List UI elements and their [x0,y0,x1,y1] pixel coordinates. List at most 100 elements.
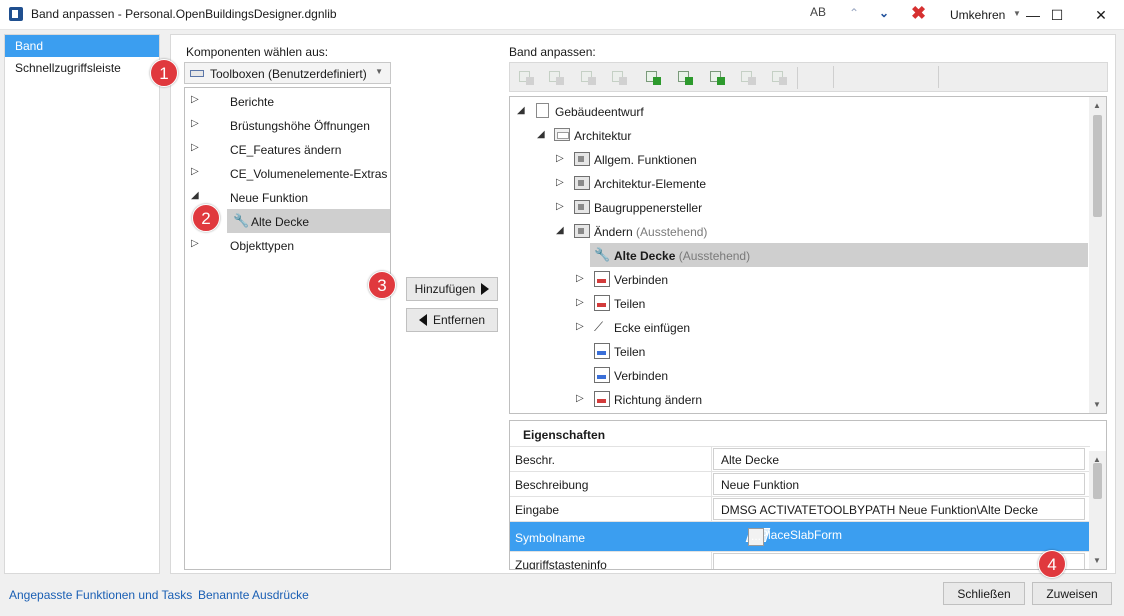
properties-scrollbar[interactable]: ▲ ▼ [1089,451,1106,569]
tree-row-alte-decke[interactable]: 🔧 Alte Decke (Ausstehend) [590,243,1088,267]
list-item-alte-decke[interactable]: 🔧 Alte Decke [227,209,390,233]
maximize-button[interactable]: ☐ [1034,0,1080,30]
property-value-field[interactable]: Neue Funktion [713,473,1085,495]
property-name: Beschr. [515,453,556,467]
remove-button-label: Entfernen [432,313,486,327]
collapse-icon[interactable]: ◢ [556,225,564,236]
property-row[interactable]: Zugriffstasteninfo [510,551,1090,569]
list-item[interactable]: ◢ Neue Funktion [185,185,390,209]
expand-icon[interactable]: ▷ [556,153,564,164]
scroll-thumb[interactable] [1093,463,1102,499]
property-value-field[interactable]: DMSG ACTIVATETOOLBYPATH Neue Funktion\Al… [713,498,1085,520]
close-window-button[interactable]: ✕ [1078,0,1124,30]
tree-row[interactable]: ◢ Ändern (Ausstehend) [510,219,1090,243]
property-row-symbolname[interactable]: Symbolname A-PlaceSlabForm ... [510,521,1090,551]
page-icon [536,103,549,118]
tree-row[interactable]: ▷ Richtung ändern [510,387,1090,411]
expand-icon[interactable]: ▷ [576,297,584,308]
umkehren-button[interactable]: Umkehren [950,8,1005,22]
components-combo[interactable]: Toolboxen (Benutzerdefiniert) ▼ [184,62,391,84]
browse-button[interactable]: ... [748,528,764,546]
tool-icon [594,391,610,407]
scroll-down-icon[interactable]: ▼ [1093,556,1101,565]
expand-icon[interactable]: ▷ [556,201,564,212]
close-button[interactable]: Schließen [943,582,1025,605]
collapse-icon[interactable]: ◢ [191,190,199,201]
new-row-icon[interactable] [611,69,627,85]
property-row[interactable]: Eingabe DMSG ACTIVATETOOLBYPATH Neue Fun… [510,496,1090,521]
list-item[interactable]: ▷ Berichte [185,89,390,113]
tree-row[interactable]: ▷ Architektur-Elemente [510,171,1090,195]
tool-icon [594,343,610,359]
collapse-icon[interactable]: ◢ [517,105,525,116]
tree-row[interactable]: ▷ Verbinden [510,267,1090,291]
new-group-icon[interactable] [548,69,564,85]
expand-icon[interactable]: ▷ [576,321,584,332]
group-icon [574,152,590,166]
expand-icon[interactable]: ▷ [191,166,199,177]
add-split-button-icon[interactable] [677,69,693,85]
expand-icon[interactable]: ▷ [191,94,199,105]
scroll-up-icon[interactable]: ▲ [1093,101,1101,110]
add-button[interactable]: Hinzufügen [406,277,498,301]
properties-title: Eigenschaften [523,428,606,442]
tree-row[interactable]: ▷ Baugruppenersteller [510,195,1090,219]
list-item[interactable]: ▷ CE_Features ändern [185,137,390,161]
list-item[interactable]: ▷ Objekttypen [185,233,390,257]
remove-button[interactable]: Entfernen [406,308,498,332]
property-value-field[interactable]: A-PlaceSlabForm ... [713,523,1085,549]
tree-row[interactable]: Verbinden [510,363,1090,387]
property-row[interactable]: Beschreibung Neue Funktion [510,471,1090,496]
tree-row[interactable]: ◢ Architektur [510,123,1090,147]
expand-icon[interactable]: ▷ [576,393,584,404]
move-down-icon[interactable]: ⌄ [879,6,889,20]
rename-icon[interactable]: AB [810,5,826,19]
tree-scrollbar[interactable]: ▲ ▼ [1089,97,1106,413]
step-badge-4: 4 [1038,550,1066,578]
list-item-label: Objekttypen [230,239,295,253]
named-expressions-link[interactable]: Benannte Ausdrücke [198,588,309,602]
property-row[interactable]: Beschr. Alte Decke [510,446,1090,471]
expand-icon[interactable]: ▷ [191,238,199,249]
tree-row-label: Allgem. Funktionen [594,153,697,167]
customize-label: Band anpassen: [509,45,596,59]
wrench-icon: 🔧 [233,213,250,228]
wrench-icon: 🔧 [594,247,611,262]
tree-row-label: Teilen [614,345,646,359]
add-separator-icon[interactable] [740,69,756,85]
tree-row[interactable]: ◢ Gebäudeentwurf [510,99,1090,123]
delete-icon[interactable]: ✖ [911,3,926,24]
custom-functions-link[interactable]: Angepasste Funktionen und Tasks [9,588,192,602]
tree-row[interactable]: ▷ ⟋ Ecke einfügen [510,315,1090,339]
tree-row[interactable]: ▷ Allgem. Funktionen [510,147,1090,171]
apply-button[interactable]: Zuweisen [1032,582,1112,605]
list-item-label: CE_Features ändern [230,143,342,157]
list-item[interactable]: ▷ Brüstungshöhe Öffnungen [185,113,390,137]
scroll-down-icon[interactable]: ▼ [1093,400,1101,409]
nav-item-band[interactable]: Band [5,35,159,57]
list-item-label: Berichte [230,95,275,109]
nav-item-schnellzugriffsleiste[interactable]: Schnellzugriffsleiste [5,57,159,79]
add-menu-icon[interactable] [709,69,725,85]
combo-value: Toolboxen (Benutzerdefiniert) [210,67,367,81]
collapse-icon[interactable]: ◢ [537,129,545,140]
scroll-thumb[interactable] [1093,115,1102,217]
expand-icon[interactable]: ▷ [556,177,564,188]
pending-label: (Ausstehend) [636,225,708,239]
property-value-field[interactable] [713,553,1085,569]
new-panel-icon[interactable] [580,69,596,85]
move-up-icon[interactable]: ⌃ [849,6,859,20]
add-button-icon[interactable] [645,69,661,85]
chevron-down-icon[interactable]: ▼ [1013,9,1021,18]
tree-row-label: Alte Decke (Ausstehend) [614,249,751,263]
list-item[interactable]: ▷ CE_Volumenelemente-Extras [185,161,390,185]
add-gallery-icon[interactable] [771,69,787,85]
expand-icon[interactable]: ▷ [191,142,199,153]
expand-icon[interactable]: ▷ [191,118,199,129]
tree-row[interactable]: ▷ Teilen [510,291,1090,315]
property-value-field[interactable]: Alte Decke [713,448,1085,470]
expand-icon[interactable]: ▷ [576,273,584,284]
app-icon [9,7,23,21]
new-tab-icon[interactable] [518,69,534,85]
tree-row[interactable]: Teilen [510,339,1090,363]
